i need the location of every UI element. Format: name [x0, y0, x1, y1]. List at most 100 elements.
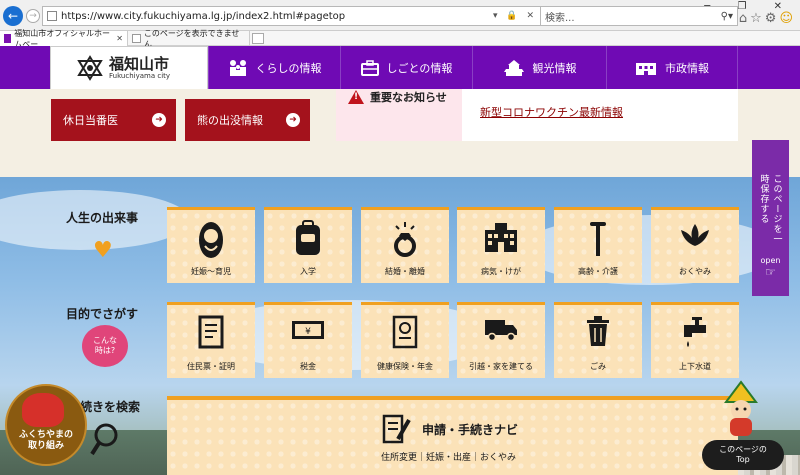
top-line2: Top — [736, 455, 750, 464]
logo-en: Fukuchiyama city — [109, 72, 171, 80]
tile-label: 引越・家を建てる — [469, 362, 533, 371]
open-label: open — [760, 256, 781, 265]
browser-toolbar: ← → https://www.city.fukuchiyama.lg.jp/i… — [0, 0, 800, 31]
city-hall-icon — [636, 62, 656, 75]
hospital-icon — [485, 223, 517, 252]
tile-pregnancy[interactable]: 妊娠～育児 — [167, 207, 255, 283]
nav-living-info[interactable]: くらしの情報 — [208, 46, 340, 89]
procedure-title: 申請・手続きナビ — [422, 422, 519, 437]
save-page-text: このページを一時保存する — [758, 174, 782, 244]
nav-work-info[interactable]: しごとの情報 — [340, 46, 472, 89]
baby-icon — [199, 222, 223, 258]
city-emblem-icon — [77, 55, 103, 81]
button-label: 熊の出没情報 — [197, 114, 263, 127]
tile-marriage[interactable]: 結婚・離婚 — [361, 207, 449, 283]
tile-insurance[interactable]: 健康保険・年金 — [361, 302, 449, 378]
close-icon[interactable]: ✕ — [116, 34, 123, 43]
nav-label: しごとの情報 — [386, 61, 453, 75]
cane-icon — [590, 222, 606, 256]
tile-illness[interactable]: 病気・けが — [457, 207, 545, 283]
svg-text:¥: ¥ — [305, 327, 311, 337]
tile-tax[interactable]: ¥ 税金 — [264, 302, 352, 378]
search-icon[interactable]: ⚲▾ — [721, 11, 733, 22]
heart-icon: ♥ — [93, 238, 113, 263]
procedure-navi-tile[interactable]: 申請・手続きナビ 住所変更｜妊娠・出産｜おくやみ — [167, 396, 738, 475]
site-logo[interactable]: 福知山市 Fukuchiyama city — [50, 46, 208, 90]
tile-school-entry[interactable]: 入学 — [264, 207, 352, 283]
covid-vaccine-link[interactable]: 新型コロナワクチン最新情報 — [480, 104, 623, 120]
tile-resident-cert[interactable]: 住民票・証明 — [167, 302, 255, 378]
document-icon — [198, 315, 224, 349]
back-to-top-button[interactable]: このページの Top — [702, 440, 784, 470]
tile-label: 上下水道 — [679, 362, 711, 371]
pointing-hand-icon: ☞ — [765, 265, 776, 279]
faucet-icon — [684, 317, 706, 347]
page-icon — [47, 11, 57, 21]
certificate-icon — [392, 315, 418, 349]
mascot-character-icon — [724, 380, 758, 436]
save-page-tab[interactable]: このページを一時保存する open ☞ — [752, 140, 789, 296]
forward-button[interactable]: → — [26, 9, 40, 23]
url-text: https://www.city.fukuchiyama.lg.jp/index… — [61, 10, 346, 22]
tile-moving[interactable]: 引越・家を建てる — [457, 302, 545, 378]
tile-label: 結婚・離婚 — [385, 267, 425, 276]
tile-label: 入学 — [300, 267, 316, 276]
home-icon[interactable]: ⌂ — [739, 11, 750, 26]
ring-icon — [394, 222, 416, 257]
gear-icon[interactable]: ⚙ — [765, 11, 780, 26]
form-pen-icon — [382, 414, 411, 444]
nav-label: くらしの情報 — [255, 61, 322, 75]
initiatives-line1: ふくちやまの — [18, 430, 73, 440]
initiatives-line2: 取り組み — [27, 441, 64, 451]
family-icon — [229, 59, 246, 76]
red-oni-mascot-icon — [22, 393, 64, 427]
tile-elderly-care[interactable]: 高齢・介護 — [554, 207, 642, 283]
tile-label: 健康保険・年金 — [377, 362, 433, 371]
back-button[interactable]: ← — [3, 6, 23, 26]
holiday-doctor-button[interactable]: 休日当番医 ➜ — [51, 99, 176, 141]
faq-bubble[interactable]: こんな 時は? — [82, 325, 128, 367]
nav-label: 市政情報 — [665, 61, 709, 75]
notice-title-text: 重要なお知らせ — [370, 91, 447, 104]
star-icon[interactable]: ☆ — [750, 11, 765, 26]
tile-label: 住民票・証明 — [187, 362, 235, 371]
tile-water[interactable]: 上下水道 — [651, 302, 739, 378]
important-notice-title: ! 重要なお知らせ — [348, 89, 447, 105]
tile-label: 高齢・介護 — [578, 267, 618, 276]
tile-label: おくやみ — [679, 267, 711, 276]
address-bar[interactable]: https://www.city.fukuchiyama.lg.jp/index… — [42, 6, 542, 26]
procedure-search-label: 続きを検索 — [80, 400, 141, 414]
bubble-line1: こんな — [93, 336, 117, 345]
toolbar-icons[interactable]: ⌂☆⚙☺ — [739, 11, 796, 26]
nav-city-admin[interactable]: 市政情報 — [606, 46, 738, 89]
button-label: 休日当番医 — [63, 114, 118, 127]
tile-bereavement[interactable]: おくやみ — [651, 207, 739, 283]
bubble-line2: 時は? — [94, 346, 116, 355]
purpose-label: 目的でさがす — [66, 307, 139, 321]
arrow-right-icon: ➜ — [286, 113, 300, 127]
top-line1: このページの — [719, 445, 767, 454]
truck-icon — [485, 320, 517, 342]
bear-info-button[interactable]: 熊の出没情報 ➜ — [185, 99, 310, 141]
tile-label: 妊娠～育児 — [191, 267, 231, 276]
site-favicon-icon — [4, 34, 12, 43]
page-icon — [132, 34, 141, 43]
briefcase-icon — [360, 59, 379, 76]
castle-icon — [503, 59, 524, 76]
lock-refresh-icons[interactable]: ▾ 🔒 ✕ — [493, 11, 537, 21]
logo-jp: 福知山市 — [109, 55, 170, 73]
nav-tourism-info[interactable]: 観光情報 — [472, 46, 606, 89]
procedure-sub: 住所変更｜妊娠・出産｜おくやみ — [381, 453, 517, 463]
smile-icon[interactable]: ☺ — [779, 11, 796, 26]
magnifier-icon — [90, 423, 118, 456]
tile-label: 税金 — [300, 362, 316, 371]
tile-label: ごみ — [590, 362, 606, 371]
new-tab-button[interactable] — [252, 33, 264, 44]
tab-error-page[interactable]: このページを表示できません — [128, 29, 250, 49]
tab-bar: 福知山市オフィシャルホームペー... ✕ このページを表示できません — [0, 29, 800, 49]
search-placeholder: 検索... — [545, 12, 575, 24]
tab-fukuchiyama[interactable]: 福知山市オフィシャルホームペー... ✕ — [0, 29, 128, 49]
tile-garbage[interactable]: ごみ — [554, 302, 642, 378]
money-icon: ¥ — [292, 321, 324, 339]
life-events-label: 人生の出来事 — [66, 211, 139, 225]
